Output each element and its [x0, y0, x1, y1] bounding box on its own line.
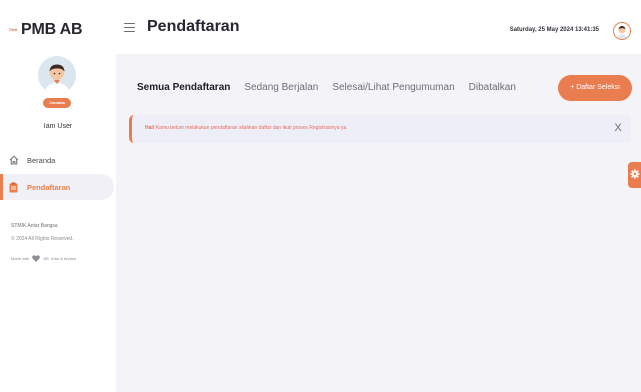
footer-institution: STMIK Antar Bangsa	[11, 223, 58, 229]
alert-message: Hai! Kamu belum melakukan pendaftaran si…	[145, 125, 346, 131]
sidebar-item-label: Pendaftaran	[27, 182, 71, 192]
tab-selesai-lihat-pengumuman[interactable]: Selesai/Lihat Pengumuman	[332, 82, 454, 93]
page-title: Pendaftaran	[147, 18, 240, 35]
heart-icon	[32, 255, 41, 262]
top-bar: Pendaftaran Saturday, 25 May 2024 13:41:…	[116, 0, 641, 54]
tab-sedang-berjalan[interactable]: Sedang Berjalan	[244, 82, 318, 93]
datetime: Saturday, 25 May 2024 13:41:35	[509, 27, 599, 33]
footer-copyright: © 2024 All Rights Reserved.	[11, 236, 74, 242]
close-icon[interactable]: X	[611, 121, 625, 135]
clipboard-icon	[8, 182, 19, 193]
role-badge: Camaba	[43, 98, 71, 108]
sidebar-item-pendaftaran[interactable]: Pendaftaran	[0, 174, 114, 200]
avatar	[38, 56, 76, 94]
sidebar-item-beranda[interactable]: Beranda	[0, 147, 114, 173]
settings-toggle[interactable]	[628, 162, 641, 188]
brand-logo-icon: =⁍⁍	[9, 27, 18, 34]
menu-icon[interactable]	[124, 23, 135, 32]
info-alert: Hai! Kamu belum melakukan pendaftaran si…	[129, 115, 631, 143]
sidebar: =⁍⁍ PMB AB Camaba Iam User Beranda Penda…	[0, 0, 116, 392]
home-icon	[8, 155, 19, 166]
profile-avatar[interactable]	[613, 22, 631, 40]
footer-credits: Made with AR, Irfan & Annisa	[11, 255, 76, 262]
sidebar-item-label: Beranda	[27, 155, 56, 165]
alert-body: Kamu belum melakukan pendaftaran silahka…	[154, 125, 347, 131]
gear-icon	[629, 166, 640, 184]
made-with-text: Made with	[11, 256, 30, 261]
tab-dibatalkan[interactable]: Dibatalkan	[469, 82, 516, 93]
registration-tabs: Semua Pendaftaran Sedang Berjalan Selesa…	[137, 82, 530, 93]
daftar-seleksi-button[interactable]: + Daftar Seleksi	[558, 75, 632, 101]
tab-semua-pendaftaran[interactable]: Semua Pendaftaran	[137, 82, 230, 93]
brand-name: PMB AB	[21, 21, 83, 38]
username: Iam User	[43, 123, 73, 130]
credits-names: AR, Irfan & Annisa	[43, 256, 76, 261]
brand[interactable]: =⁍⁍ PMB AB	[9, 21, 83, 39]
